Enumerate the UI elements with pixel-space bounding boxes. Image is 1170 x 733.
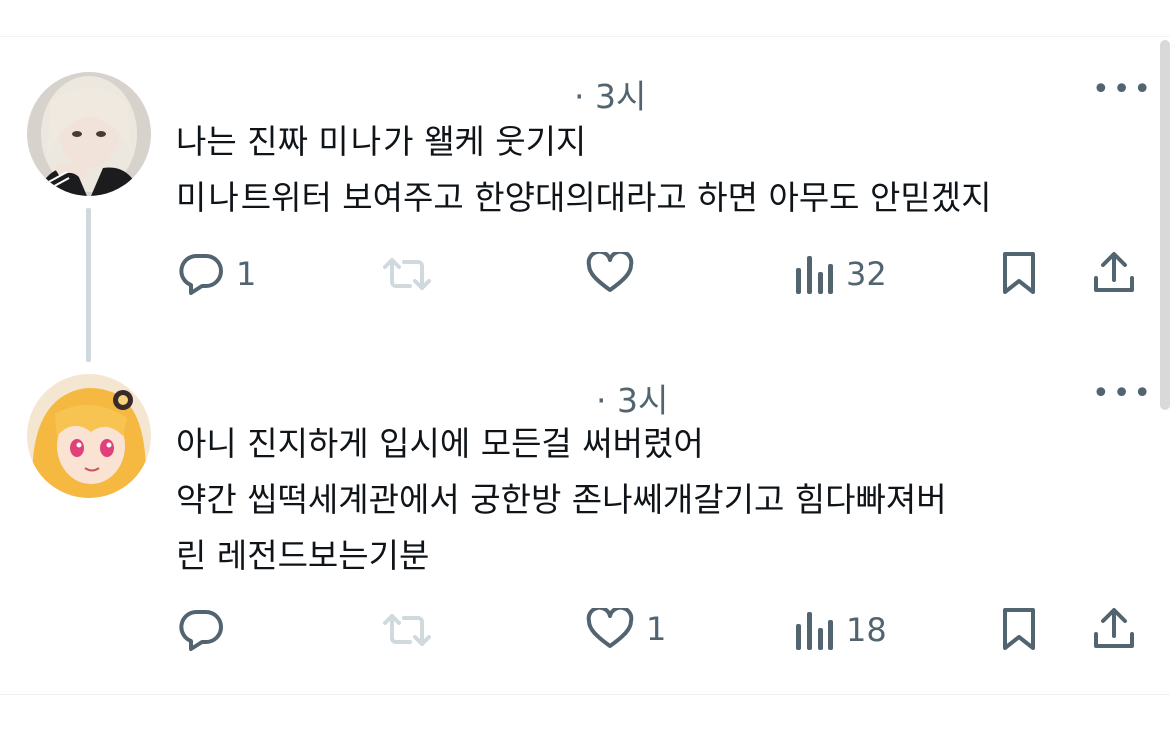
- bookmark-icon: [1000, 606, 1038, 652]
- share-button[interactable]: [1092, 606, 1136, 650]
- top-divider: [0, 36, 1170, 37]
- bookmark-button[interactable]: [1000, 250, 1038, 296]
- share-icon: [1092, 606, 1136, 650]
- retweet-button[interactable]: [382, 254, 432, 294]
- bookmark-icon: [1000, 250, 1038, 296]
- heart-icon: [586, 608, 634, 650]
- heart-icon: [586, 252, 634, 294]
- more-options-icon[interactable]: •••: [1092, 72, 1154, 107]
- post-text-line-3: 린 레전드보는기분: [176, 536, 430, 575]
- reply-button[interactable]: [178, 608, 236, 652]
- views-button[interactable]: 32: [794, 252, 887, 296]
- retweet-icon: [382, 610, 432, 650]
- reply-icon: [178, 252, 224, 296]
- post-text-line-1b: 가 왤케 웃기지: [383, 122, 587, 161]
- post-text: 나는 진짜 미나가 왤케 웃기지 미나트위터 보여주고 한양대의대라고 하면 아…: [176, 114, 991, 226]
- view-count: 18: [846, 611, 887, 649]
- scribble-annotation: 미나: [318, 122, 384, 161]
- views-bar-chart-icon: [794, 252, 834, 296]
- more-options-icon[interactable]: •••: [1092, 376, 1154, 411]
- thread-connector-line: [86, 208, 91, 362]
- views-bar-chart-icon: [794, 608, 834, 652]
- like-button[interactable]: 1: [586, 608, 666, 650]
- avatar-post-1[interactable]: [27, 72, 151, 196]
- post-time[interactable]: · 3시: [596, 374, 668, 422]
- views-button[interactable]: 18: [794, 608, 887, 652]
- post-text-line-1a: 나는 진짜: [176, 122, 319, 161]
- reply-count: 1: [236, 255, 257, 293]
- post-text: 아니 진지하게 입시에 모든걸 써버렸어 약간 씹떡세계관에서 궁한방 존나쎄개…: [176, 416, 947, 584]
- scrollbar[interactable]: [1160, 40, 1170, 410]
- like-button[interactable]: [586, 252, 634, 294]
- avatar-post-2[interactable]: [27, 374, 151, 498]
- post-text-line-2: 약간 씹떡세계관에서 궁한방 존나쎄개갈기고 힘다빠져버: [176, 480, 947, 519]
- scribble-annotation: 미나: [176, 178, 241, 217]
- post-text-line-2: 트위터 보여주고 한양대의대라고 하면 아무도 안믿겠지: [240, 178, 992, 217]
- share-button[interactable]: [1092, 250, 1136, 294]
- retweet-icon: [382, 254, 432, 294]
- reply-icon: [178, 608, 224, 652]
- bookmark-button[interactable]: [1000, 606, 1038, 652]
- username-redacted-post-1: [176, 74, 566, 108]
- like-count: 1: [646, 610, 667, 648]
- reply-button[interactable]: 1: [178, 252, 256, 296]
- post-time[interactable]: · 3시: [574, 70, 646, 118]
- username-redacted-post-2: [176, 378, 596, 412]
- bottom-divider: [0, 694, 1170, 695]
- post-text-line-1: 아니 진지하게 입시에 모든걸 써버렸어: [176, 424, 704, 463]
- share-icon: [1092, 250, 1136, 294]
- retweet-button[interactable]: [382, 610, 432, 650]
- view-count: 32: [846, 255, 887, 293]
